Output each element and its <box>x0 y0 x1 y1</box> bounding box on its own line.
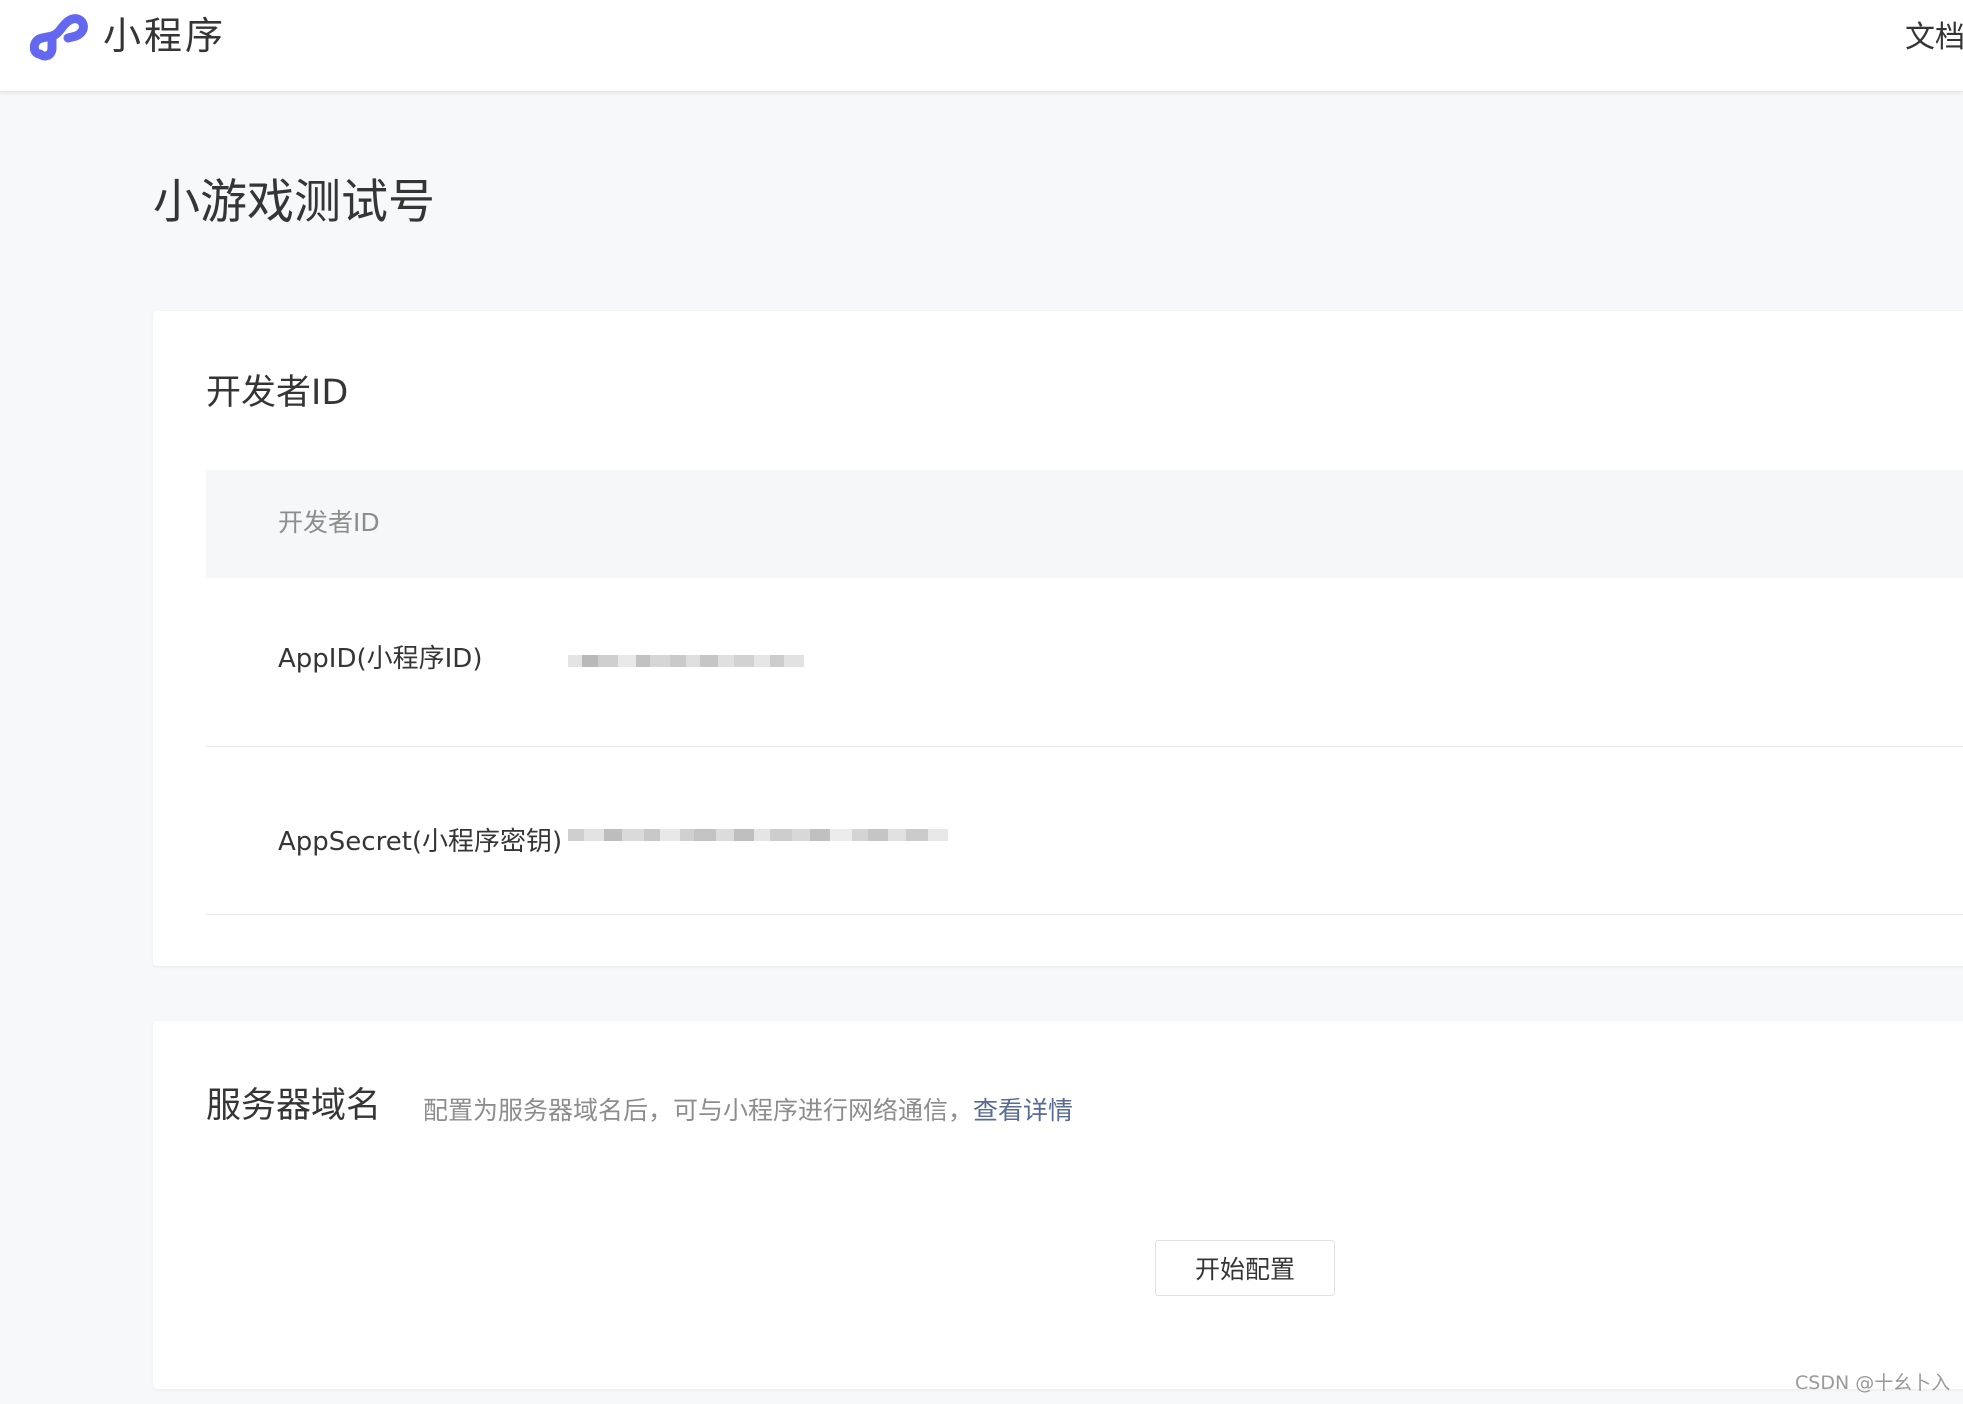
server-domain-description-text: 配置为服务器域名后，可与小程序进行网络通信， <box>423 1096 974 1125</box>
view-details-link[interactable]: 查看详情 <box>973 1096 1073 1125</box>
appsecret-row: AppSecret(小程序密钥) <box>206 746 1963 915</box>
server-domain-description: 配置为服务器域名后，可与小程序进行网络通信，查看详情 <box>423 1094 1073 1128</box>
nav-link-docs[interactable]: 文档 <box>1905 16 1963 60</box>
developer-id-card: 开发者ID 开发者ID AppID(小程序ID) AppSecret(小程序密钥… <box>153 311 1963 966</box>
appsecret-label: AppSecret(小程序密钥) <box>278 827 563 857</box>
appid-value-masked <box>568 655 804 667</box>
top-navigation-bar: 小程序 文档 <box>0 0 1963 92</box>
csdn-watermark: CSDN @十幺卜入 <box>1795 1372 1951 1394</box>
appsecret-value-masked <box>568 829 948 841</box>
developer-id-table-header: 开发者ID <box>206 470 1963 578</box>
table-header-label: 开发者ID <box>278 508 380 537</box>
brand-title[interactable]: 小程序 <box>103 11 226 61</box>
miniprogram-logo-icon[interactable] <box>30 10 88 62</box>
start-config-button[interactable]: 开始配置 <box>1155 1240 1335 1296</box>
server-domain-section-title: 服务器域名 <box>206 1086 382 1126</box>
developer-id-section-title: 开发者ID <box>206 373 349 413</box>
server-domain-card: 服务器域名 配置为服务器域名后，可与小程序进行网络通信，查看详情 开始配置 <box>153 1021 1963 1389</box>
appid-row: AppID(小程序ID) <box>206 578 1963 747</box>
appid-label: AppID(小程序ID) <box>278 644 483 674</box>
page-title: 小游戏测试号 <box>153 175 435 230</box>
